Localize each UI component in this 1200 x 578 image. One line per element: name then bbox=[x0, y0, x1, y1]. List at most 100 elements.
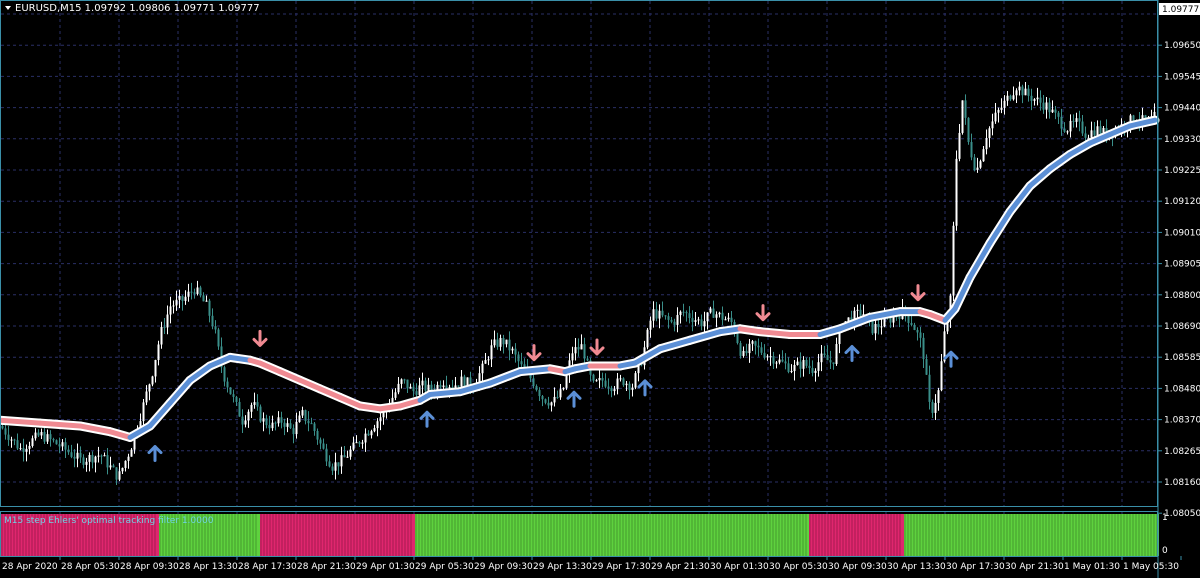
candle-body bbox=[532, 378, 535, 386]
candle-body bbox=[325, 448, 328, 462]
candle-body bbox=[70, 452, 73, 457]
candle-body bbox=[655, 309, 658, 319]
candle-body bbox=[889, 317, 892, 323]
candle-body bbox=[679, 311, 682, 315]
indicator-name-label: M15 step Ehlers' optimal tracking filter… bbox=[4, 516, 214, 526]
candle-body bbox=[1015, 90, 1018, 96]
candle-body bbox=[766, 356, 769, 358]
candle-body bbox=[85, 461, 88, 465]
candle-body bbox=[982, 149, 985, 162]
time-tick-label: 30 Apr 05:30 bbox=[769, 562, 828, 572]
candle-body bbox=[301, 410, 304, 416]
time-tick-label: 30 Apr 09:30 bbox=[828, 562, 887, 572]
candle-body bbox=[427, 384, 430, 391]
candle-body bbox=[361, 442, 364, 444]
time-tick-label: 30 Apr 17:30 bbox=[946, 562, 1005, 572]
candle-body bbox=[379, 417, 382, 422]
candle-body bbox=[631, 387, 634, 390]
candle-body bbox=[16, 440, 19, 449]
filter-segment-down bbox=[37, 420, 83, 429]
candle-body bbox=[1072, 120, 1075, 122]
candle-body bbox=[1033, 99, 1036, 101]
candle-body bbox=[94, 456, 97, 463]
candle-body bbox=[1027, 88, 1030, 96]
candle-body bbox=[271, 422, 274, 429]
candle-body bbox=[208, 300, 211, 316]
candle-body bbox=[487, 359, 490, 361]
candle-body bbox=[1090, 130, 1093, 138]
candle-body bbox=[661, 310, 664, 316]
candle-body bbox=[415, 391, 418, 395]
candle-body bbox=[925, 359, 928, 375]
candle-body bbox=[676, 314, 679, 325]
candle-body bbox=[1084, 133, 1087, 138]
candle-body bbox=[307, 420, 310, 424]
time-tick-label: 29 Apr 09:30 bbox=[474, 562, 533, 572]
candle-body bbox=[1093, 130, 1096, 136]
candle-body bbox=[751, 341, 754, 344]
candle-body bbox=[304, 410, 307, 421]
candle-body bbox=[775, 362, 778, 364]
candle-body bbox=[181, 296, 184, 301]
candle-body bbox=[964, 100, 967, 118]
candle-body bbox=[1060, 116, 1063, 129]
candle-body bbox=[457, 385, 460, 387]
candle-body bbox=[730, 317, 733, 323]
candle-body bbox=[538, 390, 541, 397]
candle-body bbox=[1051, 109, 1054, 113]
price-tick-label: 1.08690 bbox=[1164, 322, 1200, 332]
candle-body bbox=[43, 432, 46, 442]
time-tick-label: 1 May 05:30 bbox=[1123, 562, 1179, 572]
filter-segment-down bbox=[737, 326, 763, 335]
candle-body bbox=[1018, 86, 1021, 91]
candle-body bbox=[184, 296, 187, 301]
candle-body bbox=[967, 117, 970, 143]
candle-body bbox=[91, 454, 94, 463]
candle-body bbox=[319, 439, 322, 444]
candle-body bbox=[856, 309, 859, 311]
candle-body bbox=[148, 384, 151, 392]
candle-body bbox=[613, 389, 616, 392]
candle-body bbox=[610, 387, 613, 392]
symbol-ohlc-label: EURUSD,M15 1.09792 1.09806 1.09771 1.097… bbox=[15, 3, 260, 14]
candle-body bbox=[712, 308, 715, 318]
candle-body bbox=[265, 418, 268, 426]
candle-body bbox=[952, 225, 955, 296]
candle-body bbox=[649, 320, 652, 330]
time-tick-label: 28 Apr 09:30 bbox=[120, 562, 179, 572]
candle-body bbox=[367, 433, 370, 436]
price-tick-label: 1.08800 bbox=[1164, 291, 1200, 301]
candle-body bbox=[1099, 126, 1102, 134]
candle-body bbox=[691, 318, 694, 322]
candle-body bbox=[394, 392, 397, 398]
candle-body bbox=[598, 378, 601, 381]
candle-body bbox=[604, 380, 607, 387]
candle-body bbox=[922, 337, 925, 360]
candle-body bbox=[973, 157, 976, 170]
candle-body bbox=[616, 378, 619, 390]
candle-body bbox=[157, 344, 160, 360]
candle-body bbox=[154, 359, 157, 377]
candle-body bbox=[628, 383, 631, 390]
candle-body bbox=[511, 348, 514, 351]
price-tick-label: 1.09545 bbox=[1164, 72, 1200, 82]
candle-body bbox=[376, 421, 379, 429]
candle-body bbox=[1057, 112, 1060, 117]
candle-body bbox=[211, 315, 214, 327]
candle-body bbox=[190, 291, 193, 293]
candle-body bbox=[571, 353, 574, 361]
candle-body bbox=[544, 399, 547, 403]
candle-body bbox=[61, 442, 64, 447]
candle-body bbox=[25, 448, 28, 452]
time-tick-label: 28 Apr 21:30 bbox=[297, 562, 356, 572]
candle-body bbox=[736, 332, 739, 344]
candle-body bbox=[694, 320, 697, 322]
candle-body bbox=[829, 360, 832, 363]
candle-body bbox=[877, 324, 880, 328]
trading-chart: 1.09650 1.09545 1.09440 1.09330 1.09225 1.091… bbox=[0, 0, 1200, 578]
candle-body bbox=[988, 128, 991, 139]
candle-body bbox=[241, 416, 244, 425]
candle-body bbox=[682, 311, 685, 313]
candle-body bbox=[76, 452, 79, 459]
candle-body bbox=[121, 467, 124, 472]
